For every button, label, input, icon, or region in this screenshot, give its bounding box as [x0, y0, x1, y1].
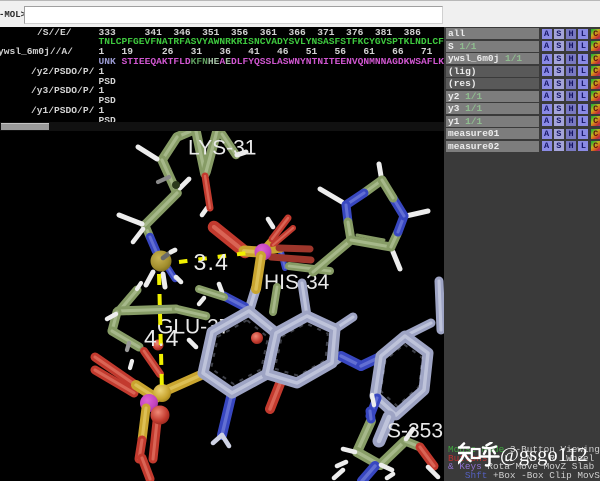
svg-text:4.4: 4.4: [144, 325, 180, 351]
svg-text:3.4: 3.4: [194, 249, 230, 275]
svg-text:@gsgo112: @gsgo112: [500, 444, 588, 466]
svg-text:LYS-31: LYS-31: [188, 137, 257, 160]
svg-text:S-353: S-353: [387, 420, 443, 443]
